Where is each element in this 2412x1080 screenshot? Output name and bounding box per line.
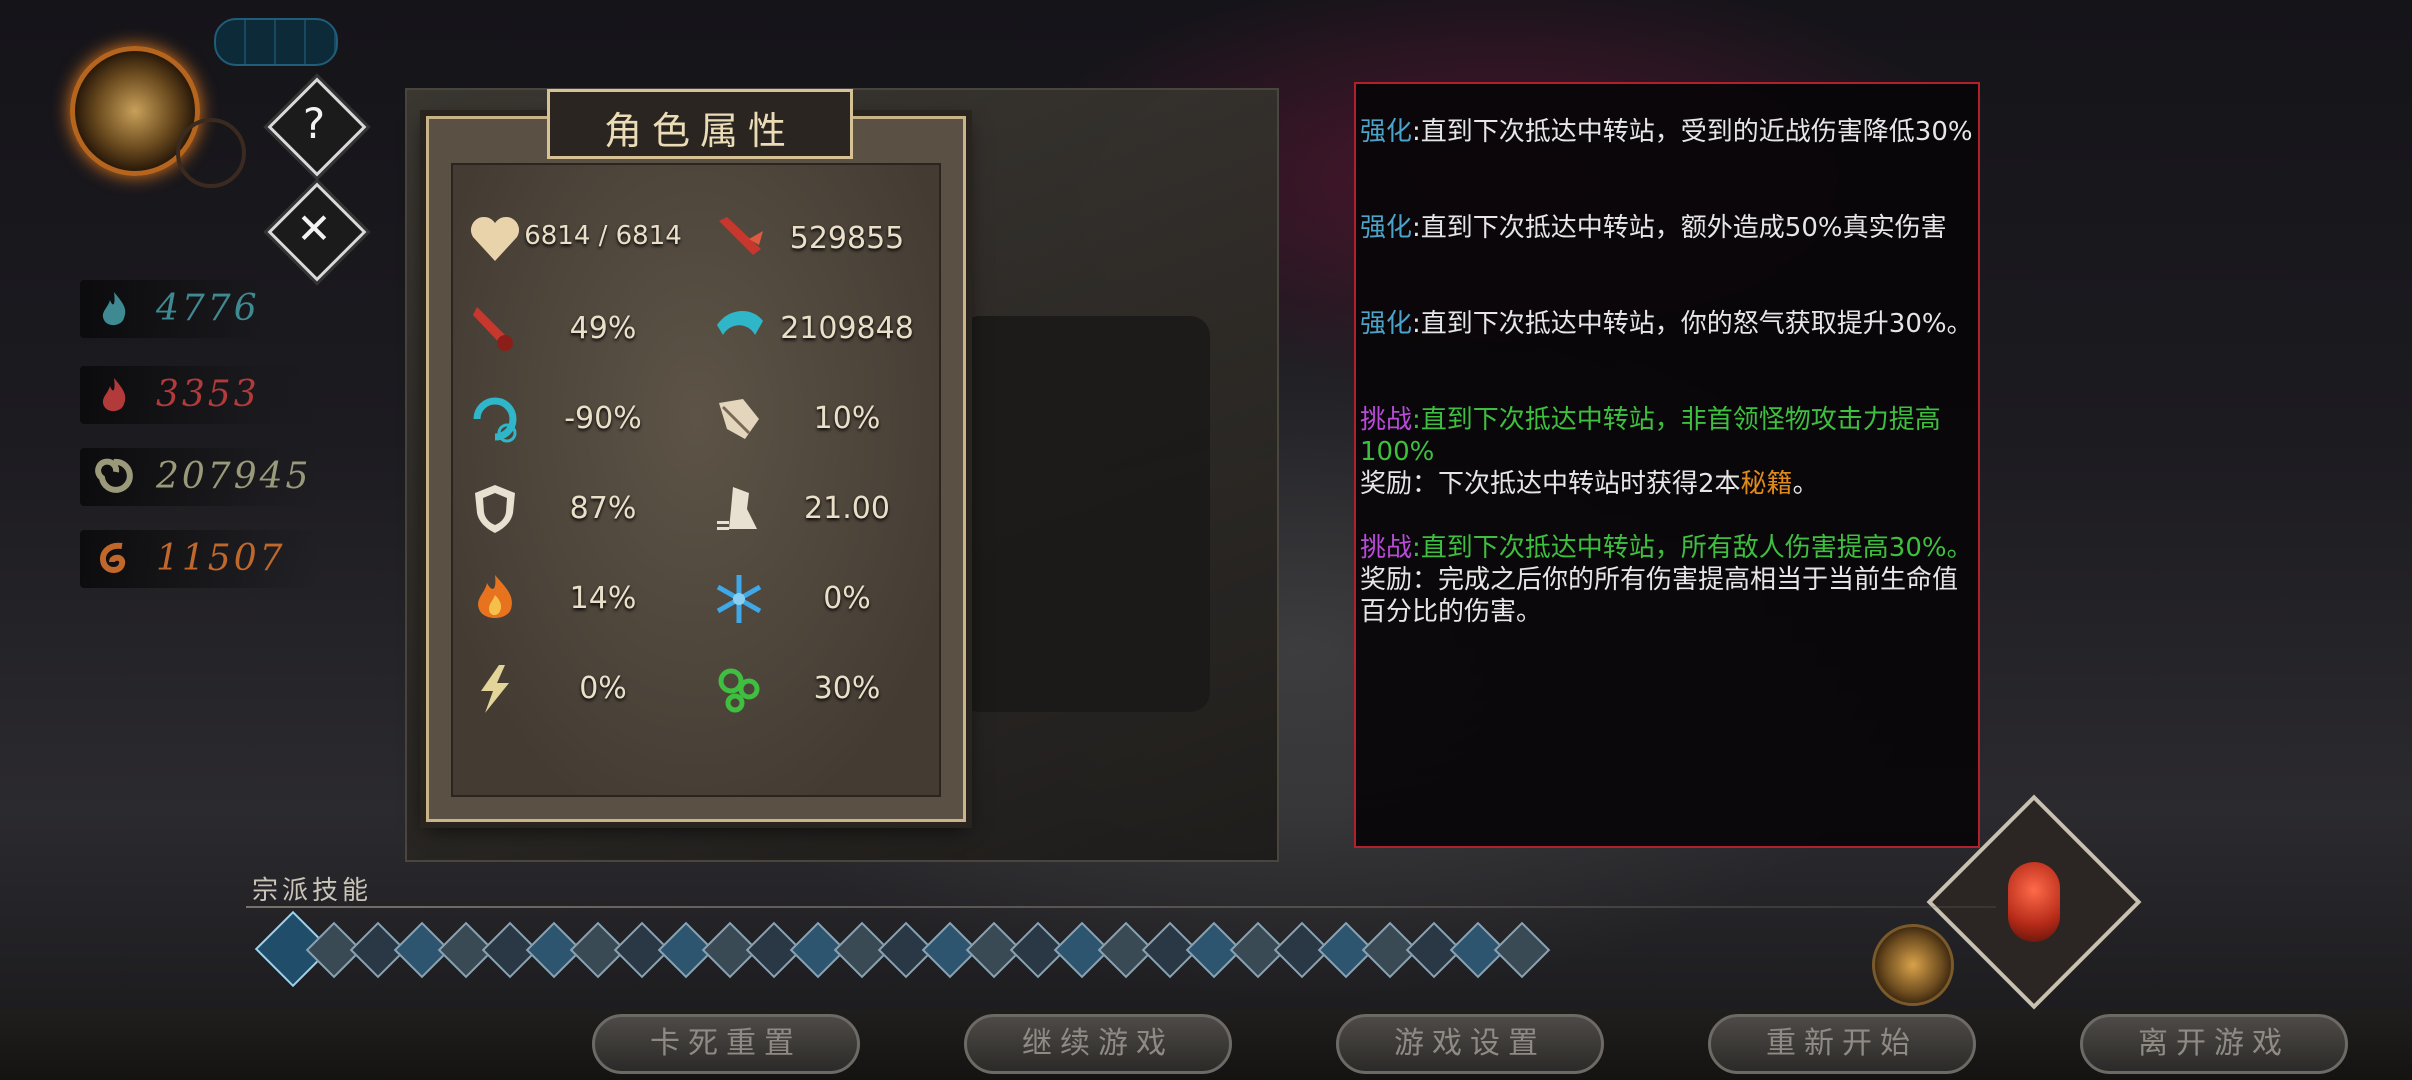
lightning-icon	[465, 659, 525, 719]
stat-lightning: 0%	[459, 653, 689, 725]
resource-value: 4776	[156, 288, 260, 329]
stat-value: 0%	[823, 581, 871, 616]
stat-value: 529855	[789, 221, 905, 256]
fire-icon	[465, 569, 525, 629]
resource-value: 3353	[156, 374, 260, 415]
stat-defense: 87%	[459, 473, 689, 545]
stat-value: 87%	[569, 491, 637, 526]
effect-text: :直到下次抵达中转站，受到的近战伤害降低30%	[1412, 117, 1973, 147]
top-rune-icons	[214, 18, 338, 66]
continue-game-button[interactable]: 继续游戏	[964, 1014, 1232, 1074]
effect-tag: 强化	[1360, 213, 1413, 243]
effect-entry: 挑战:直到下次抵达中转站，非首领怪物攻击力提高100% 奖励：下次抵达中转站时获…	[1360, 404, 1974, 500]
stats-grid: 6814 / 6814 529855 49% 2109848 -90% 10% …	[451, 163, 941, 797]
stat-value: 0%	[579, 671, 627, 706]
empty-slot-ring	[176, 118, 246, 188]
sun-medallion-button[interactable]	[1872, 924, 1954, 1006]
stat-hp: 6814 / 6814	[459, 203, 689, 275]
ice-icon	[709, 569, 769, 629]
stat-fire: 14%	[459, 563, 689, 635]
effect-entry: 强化:直到下次抵达中转站，你的怒气获取提升30%。	[1360, 308, 1974, 340]
red-gem-icon	[2008, 862, 2060, 942]
reward-highlight: 秘籍	[1740, 469, 1793, 499]
dodge-icon	[709, 389, 769, 449]
game-settings-button[interactable]: 游戏设置	[1336, 1014, 1604, 1074]
orange-swirl-icon	[92, 538, 136, 582]
teal-flame-icon	[92, 288, 136, 332]
stat-value: 30%	[813, 671, 881, 706]
effect-tag: 强化	[1360, 117, 1413, 147]
help-glyph: ?	[302, 99, 326, 148]
stat-value: 6814 / 6814	[524, 221, 682, 251]
effect-entry: 强化:直到下次抵达中转站，额外造成50%真实伤害	[1360, 212, 1974, 244]
crit-chance-icon	[465, 299, 525, 359]
skill-slot-icon[interactable]	[1493, 921, 1551, 979]
restart-button[interactable]: 重新开始	[1708, 1014, 1976, 1074]
crit-damage-icon	[709, 299, 769, 359]
green-spiral-icon	[92, 456, 136, 500]
speed-icon	[709, 479, 769, 539]
resource-row-4: 11507	[80, 530, 320, 588]
effect-text: :直到下次抵达中转站，所有敌人伤害提高30%。	[1412, 533, 1973, 563]
leave-game-button[interactable]: 离开游戏	[2080, 1014, 2348, 1074]
resource-value: 11507	[156, 538, 286, 579]
parchment-dark-area	[960, 316, 1210, 712]
resource-row-2: 3353	[80, 366, 320, 424]
effect-entry: 挑战:直到下次抵达中转站，所有敌人伤害提高30%。 奖励：完成之后你的所有伤害提…	[1360, 532, 1974, 628]
stat-attack: 529855	[703, 203, 933, 275]
stat-value: 2109848	[780, 311, 914, 346]
red-flame-icon	[92, 374, 136, 418]
effect-tag: 强化	[1360, 309, 1413, 339]
effects-panel: 强化:直到下次抵达中转站，受到的近战伤害降低30% 强化:直到下次抵达中转站，额…	[1354, 82, 1980, 848]
unstuck-reset-button[interactable]: 卡死重置	[592, 1014, 860, 1074]
cooldown-icon	[465, 389, 525, 449]
stat-crit-chance: 49%	[459, 293, 689, 365]
effect-entry: 强化:直到下次抵达中转站，受到的近战伤害降低30%	[1360, 116, 1974, 148]
resource-value: 207945	[156, 456, 312, 497]
stat-value: -90%	[564, 401, 642, 436]
stat-value: 14%	[569, 581, 637, 616]
sect-skills-label: 宗派技能	[252, 876, 373, 906]
effect-text: :直到下次抵达中转站，你的怒气获取提升30%。	[1412, 309, 1973, 339]
heart-icon	[465, 209, 525, 269]
stats-title: 角色属性	[603, 109, 796, 153]
resource-row-1: 4776	[80, 280, 320, 338]
effect-tag: 挑战	[1360, 533, 1413, 563]
character-stats-panel: 6814 / 6814 529855 49% 2109848 -90% 10% …	[426, 89, 966, 822]
close-icon: ✕	[296, 204, 332, 253]
attack-icon	[709, 209, 769, 269]
reward-text: 奖励：完成之后你的所有伤害提高相当于当前生命值百分比的伤害。	[1360, 565, 1959, 627]
effect-text: :直到下次抵达中转站，非首领怪物攻击力提高100%	[1360, 405, 1941, 467]
stat-speed: 21.00	[703, 473, 933, 545]
stat-crit-damage: 2109848	[703, 293, 933, 365]
reward-text: 奖励：下次抵达中转站时获得2本	[1360, 469, 1741, 499]
stat-ice: 0%	[703, 563, 933, 635]
reward-suffix: 。	[1792, 469, 1819, 499]
stat-cooldown: -90%	[459, 383, 689, 455]
stat-value: 10%	[813, 401, 881, 436]
stat-value: 21.00	[804, 491, 890, 526]
stat-dodge: 10%	[703, 383, 933, 455]
resource-row-3: 207945	[80, 448, 320, 506]
stats-title-banner: 角色属性	[547, 89, 853, 159]
poison-icon	[709, 659, 769, 719]
effect-text: :直到下次抵达中转站，额外造成50%真实伤害	[1412, 213, 1947, 243]
skills-divider	[246, 906, 1996, 908]
shield-icon	[465, 479, 525, 539]
stat-value: 49%	[569, 311, 637, 346]
effect-tag: 挑战	[1360, 405, 1413, 435]
stat-poison: 30%	[703, 653, 933, 725]
